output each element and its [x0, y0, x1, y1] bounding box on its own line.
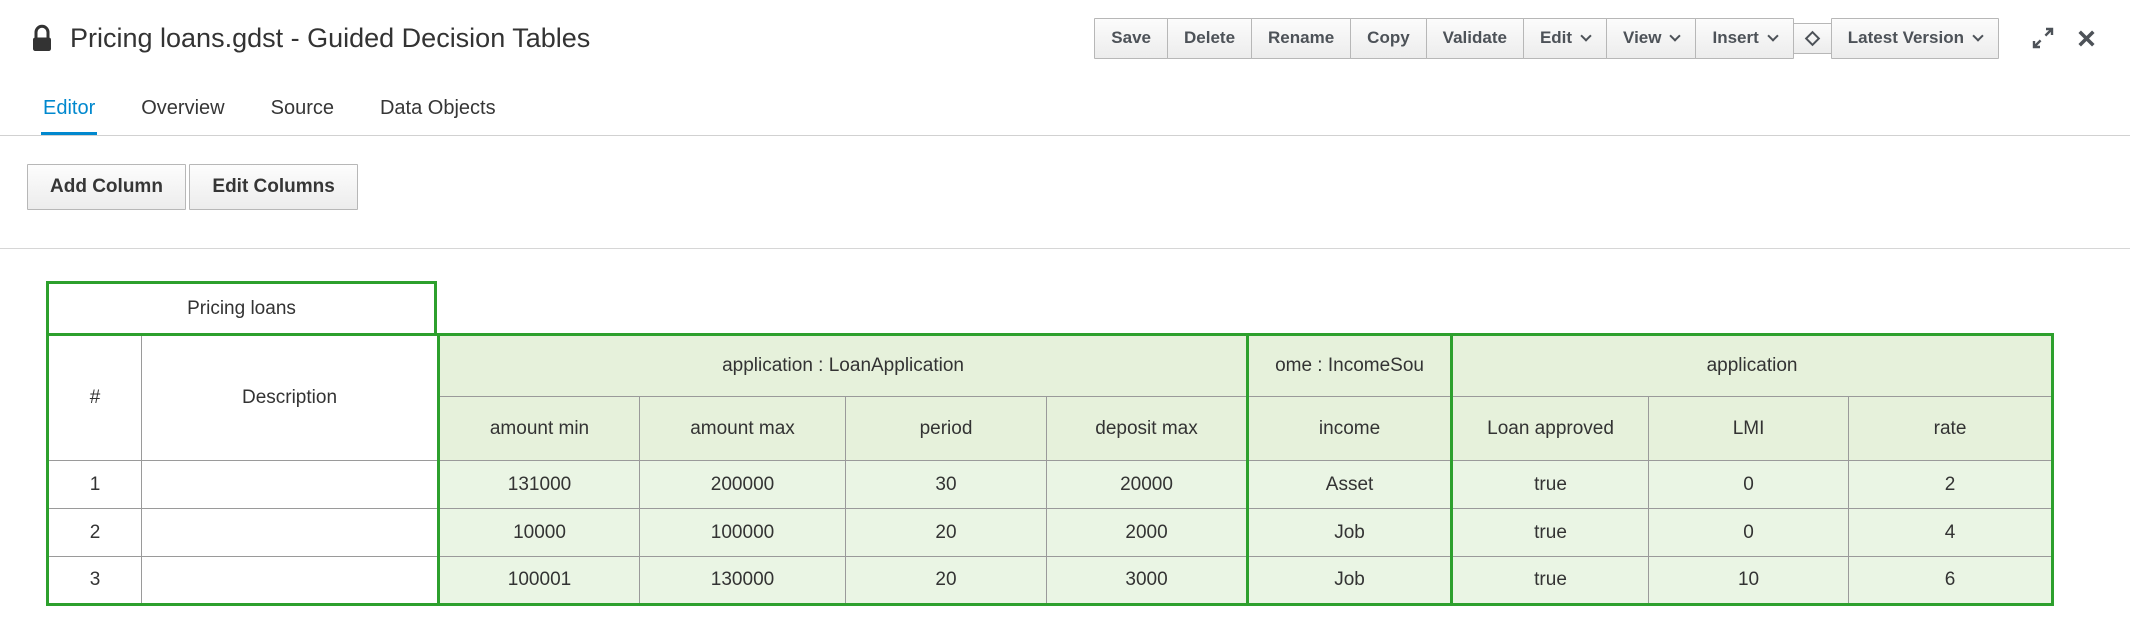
edit-menu-label: Edit: [1540, 28, 1572, 48]
cell-period[interactable]: 30: [846, 461, 1047, 509]
chevron-down-icon: [1972, 31, 1983, 42]
cell-rate[interactable]: 6: [1849, 557, 2053, 605]
cell-loan-approved[interactable]: true: [1452, 461, 1649, 509]
row-number-cell[interactable]: 2: [48, 509, 142, 557]
expand-icon: [2031, 26, 2055, 50]
cell-deposit-max[interactable]: 20000: [1047, 461, 1248, 509]
tab-data-objects[interactable]: Data Objects: [378, 95, 498, 135]
row-number-header: #: [48, 335, 142, 461]
cell-lmi[interactable]: 0: [1649, 509, 1849, 557]
view-menu-label: View: [1623, 28, 1661, 48]
group-header-income-source[interactable]: ome : IncomeSou: [1248, 335, 1452, 397]
column-header-amount-min[interactable]: amount min: [439, 397, 640, 461]
toolbar-actions: Save Delete Rename Copy Validate Edit Vi…: [1094, 18, 2102, 58]
chevron-down-icon: [1580, 31, 1591, 42]
cell-lmi[interactable]: 0: [1649, 461, 1849, 509]
add-column-button[interactable]: Add Column: [27, 164, 186, 210]
guided-decision-table: # Description application : LoanApplicat…: [46, 333, 2054, 606]
decision-table-caption[interactable]: Pricing loans: [46, 281, 437, 336]
close-icon: [2077, 29, 2096, 48]
tab-strip: Editor Overview Source Data Objects: [0, 77, 2130, 136]
validate-button[interactable]: Validate: [1426, 18, 1524, 58]
title-area: Pricing loans.gdst - Guided Decision Tab…: [30, 23, 590, 54]
close-button[interactable]: [2071, 23, 2102, 54]
table-row: 2 10000 100000 20 2000 Job true 0 4: [48, 509, 2053, 557]
diamond-icon: [1805, 31, 1821, 47]
latest-version-label: Latest Version: [1848, 28, 1964, 48]
cell-amount-max[interactable]: 200000: [640, 461, 846, 509]
column-header-amount-max[interactable]: amount max: [640, 397, 846, 461]
cell-period[interactable]: 20: [846, 509, 1047, 557]
cell-income[interactable]: Job: [1248, 509, 1452, 557]
diamond-icon-button[interactable]: [1793, 23, 1832, 54]
description-cell[interactable]: [142, 461, 439, 509]
view-menu-button[interactable]: View: [1606, 18, 1696, 58]
top-bar: Pricing loans.gdst - Guided Decision Tab…: [0, 0, 2130, 77]
cell-amount-max[interactable]: 100000: [640, 509, 846, 557]
column-header-lmi[interactable]: LMI: [1649, 397, 1849, 461]
cell-loan-approved[interactable]: true: [1452, 509, 1649, 557]
save-button[interactable]: Save: [1094, 18, 1168, 58]
column-header-income[interactable]: income: [1248, 397, 1452, 461]
description-cell[interactable]: [142, 509, 439, 557]
cell-period[interactable]: 20: [846, 557, 1047, 605]
cell-deposit-max[interactable]: 2000: [1047, 509, 1248, 557]
description-cell[interactable]: [142, 557, 439, 605]
editor-content: Pricing loans # Description application …: [0, 249, 2130, 606]
cell-income[interactable]: Asset: [1248, 461, 1452, 509]
tab-source[interactable]: Source: [269, 95, 336, 135]
group-header-application[interactable]: application: [1452, 335, 2053, 397]
table-row: 3 100001 130000 20 3000 Job true 10 6: [48, 557, 2053, 605]
delete-button[interactable]: Delete: [1167, 18, 1252, 58]
tab-editor[interactable]: Editor: [41, 95, 97, 135]
cell-rate[interactable]: 4: [1849, 509, 2053, 557]
chevron-down-icon: [1767, 31, 1778, 42]
edit-menu-button[interactable]: Edit: [1523, 18, 1607, 58]
group-header-loan-application[interactable]: application : LoanApplication: [439, 335, 1248, 397]
table-row: 1 131000 200000 30 20000 Asset true 0 2: [48, 461, 2053, 509]
row-number-cell[interactable]: 1: [48, 461, 142, 509]
insert-menu-label: Insert: [1712, 28, 1758, 48]
cell-amount-min[interactable]: 10000: [439, 509, 640, 557]
column-header-rate[interactable]: rate: [1849, 397, 2053, 461]
column-header-deposit-max[interactable]: deposit max: [1047, 397, 1248, 461]
chevron-down-icon: [1670, 31, 1681, 42]
cell-loan-approved[interactable]: true: [1452, 557, 1649, 605]
latest-version-dropdown[interactable]: Latest Version: [1831, 18, 1999, 58]
cell-lmi[interactable]: 10: [1649, 557, 1849, 605]
rename-button[interactable]: Rename: [1251, 18, 1351, 58]
expand-button[interactable]: [2025, 20, 2061, 56]
edit-columns-button[interactable]: Edit Columns: [189, 164, 357, 210]
page-title: Pricing loans.gdst - Guided Decision Tab…: [70, 23, 590, 54]
column-header-period[interactable]: period: [846, 397, 1047, 461]
copy-button[interactable]: Copy: [1350, 18, 1427, 58]
cell-rate[interactable]: 2: [1849, 461, 2053, 509]
cell-deposit-max[interactable]: 3000: [1047, 557, 1248, 605]
lock-icon: [30, 24, 54, 54]
insert-menu-button[interactable]: Insert: [1695, 18, 1793, 58]
cell-income[interactable]: Job: [1248, 557, 1452, 605]
column-toolbar: Add Column Edit Columns: [0, 136, 2130, 249]
tab-overview[interactable]: Overview: [139, 95, 226, 135]
row-number-cell[interactable]: 3: [48, 557, 142, 605]
column-header-loan-approved[interactable]: Loan approved: [1452, 397, 1649, 461]
description-header: Description: [142, 335, 439, 461]
cell-amount-max[interactable]: 130000: [640, 557, 846, 605]
cell-amount-min[interactable]: 131000: [439, 461, 640, 509]
cell-amount-min[interactable]: 100001: [439, 557, 640, 605]
